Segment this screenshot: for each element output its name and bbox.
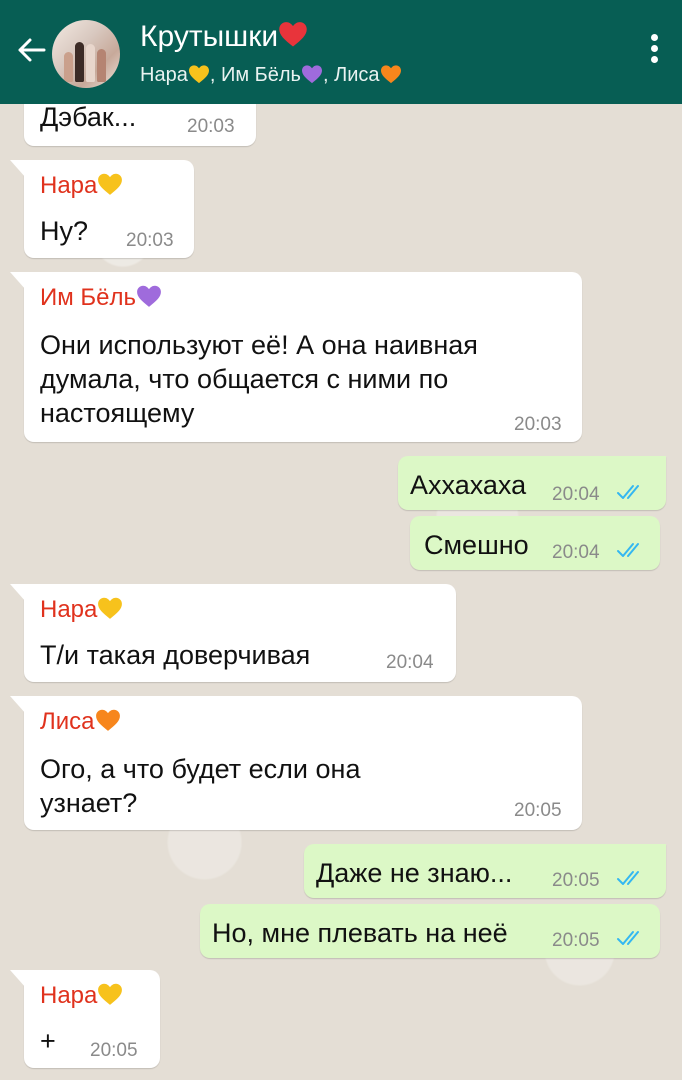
overflow-menu-button[interactable] (648, 34, 660, 70)
message-time: 20:03 (514, 414, 562, 435)
sender-name: Им Бёль (40, 284, 162, 312)
chat-title[interactable]: Крутышки (140, 20, 308, 54)
yellow-heart-icon (188, 64, 210, 84)
purple-heart-icon (301, 64, 323, 84)
message-time: 20:03 (126, 230, 174, 251)
message-time: 20:05 (552, 870, 600, 891)
back-arrow-icon (18, 38, 46, 62)
message-time: 20:04 (386, 652, 434, 673)
group-avatar[interactable] (52, 20, 120, 88)
message-time: 20:05 (552, 930, 600, 951)
message-time: 20:05 (90, 1040, 138, 1061)
read-ticks-icon (616, 869, 646, 887)
read-ticks-icon (616, 929, 646, 947)
member-separator: , (322, 64, 335, 86)
message-incoming[interactable]: Лиса Ого, а что будет если она узнает? 2… (10, 696, 582, 830)
group-name: Крутышки (140, 20, 279, 53)
read-ticks-icon (616, 483, 646, 501)
yellow-heart-icon (97, 982, 123, 1006)
message-text: Дэбак... (40, 102, 137, 132)
message-time: 20:05 (514, 800, 562, 821)
message-text: Ну? (40, 216, 89, 246)
sender-name: Нара (40, 982, 123, 1010)
chat-header: Крутышки Нара, Им Бёль, Лиса (0, 0, 682, 104)
message-text: Т/и такая доверчивая (40, 640, 311, 670)
yellow-heart-icon (97, 172, 123, 196)
message-incoming[interactable]: Нара + 20:05 (10, 970, 160, 1068)
member-name: Им Бёль (220, 64, 301, 86)
purple-heart-icon (136, 284, 162, 308)
message-outgoing[interactable]: Но, мне плевать на неё 20:05 (200, 904, 660, 958)
orange-heart-icon (95, 708, 121, 732)
sender-name: Нара (40, 596, 123, 624)
message-text: + (40, 1026, 56, 1056)
message-text: Но, мне плевать на неё (212, 918, 508, 948)
read-ticks-icon (616, 541, 646, 559)
message-time: 20:04 (552, 484, 600, 505)
orange-heart-icon (380, 64, 402, 84)
message-outgoing[interactable]: Даже не знаю... 20:05 (304, 844, 666, 898)
message-text: Они используют её! А она наивная думала,… (40, 330, 478, 428)
message-text: Аххахаха (410, 470, 527, 500)
sender-name: Нара (40, 172, 123, 200)
message-outgoing[interactable]: Смешно 20:04 (410, 516, 660, 570)
member-name: Нара (140, 64, 188, 86)
message-incoming[interactable]: Нара Т/и такая доверчивая 20:04 (10, 584, 456, 682)
message-text: Даже не знаю... (316, 858, 513, 888)
message-incoming[interactable]: Нара Ну? 20:03 (10, 160, 194, 258)
message-time: 20:03 (187, 116, 235, 137)
menu-dot (650, 45, 658, 52)
menu-dot (650, 34, 658, 41)
sender-name: Лиса (40, 708, 121, 736)
back-button[interactable] (10, 28, 54, 72)
message-text: Ого, а что будет если она узнает? (40, 754, 361, 818)
member-separator: , (209, 64, 221, 86)
yellow-heart-icon (97, 596, 123, 620)
message-outgoing[interactable]: Аххахаха 20:04 (398, 456, 666, 510)
message-time: 20:04 (552, 542, 600, 563)
red-heart-icon (278, 20, 308, 48)
member-name: Лиса (334, 64, 380, 86)
menu-dot (650, 56, 658, 63)
message-incoming[interactable]: Им Бёль Они используют её! А она наивная… (10, 272, 582, 442)
chat-members[interactable]: Нара, Им Бёль, Лиса (140, 64, 402, 87)
message-text: Смешно (424, 530, 529, 560)
